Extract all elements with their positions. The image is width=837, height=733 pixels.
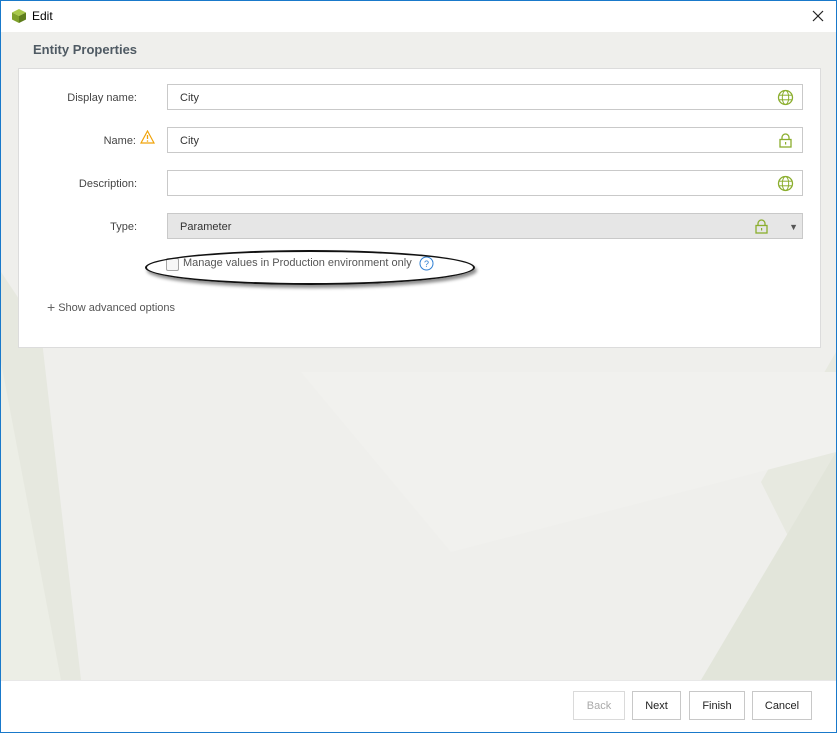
- back-button[interactable]: Back: [573, 691, 625, 720]
- display-name-label: Display name:: [67, 92, 137, 104]
- lock-icon: [753, 218, 770, 235]
- globe-icon[interactable]: [777, 89, 794, 106]
- next-button[interactable]: Next: [632, 691, 681, 720]
- type-value: Parameter: [180, 221, 232, 233]
- show-advanced-options-link[interactable]: + Show advanced options: [47, 298, 175, 315]
- name-label: Name:: [103, 135, 136, 147]
- manage-values-checkbox[interactable]: [166, 258, 179, 271]
- help-icon[interactable]: ?: [419, 256, 434, 271]
- cube-icon: [11, 8, 27, 24]
- show-advanced-options-label: Show advanced options: [58, 302, 175, 314]
- description-field[interactable]: [167, 170, 803, 196]
- title-bar: Edit: [1, 1, 836, 32]
- type-label: Type:: [110, 221, 137, 233]
- lock-icon[interactable]: [777, 132, 794, 149]
- close-icon: [812, 10, 824, 22]
- globe-icon[interactable]: [777, 175, 794, 192]
- display-name-field[interactable]: City: [167, 84, 803, 110]
- cancel-button[interactable]: Cancel: [752, 691, 812, 720]
- properties-panel: Display name: City Name: City Descriptio…: [18, 68, 821, 348]
- content-area: Entity Properties Display name: City Nam…: [1, 32, 836, 680]
- window-title: Edit: [32, 9, 53, 23]
- manage-values-label[interactable]: Manage values in Production environment …: [183, 257, 412, 269]
- edit-dialog: Edit Entity Properties Display name: Cit…: [0, 0, 837, 733]
- description-label: Description:: [78, 178, 137, 190]
- dialog-footer: Back Next Finish Cancel: [1, 680, 836, 732]
- finish-button[interactable]: Finish: [689, 691, 745, 720]
- chevron-down-icon[interactable]: ▼: [789, 222, 798, 232]
- svg-text:?: ?: [424, 259, 429, 269]
- name-field[interactable]: City: [167, 127, 803, 153]
- plus-icon: +: [47, 299, 56, 315]
- type-select[interactable]: Parameter ▼: [167, 213, 803, 239]
- warning-icon: [139, 129, 156, 144]
- display-name-value: City: [180, 92, 199, 104]
- name-value: City: [180, 135, 199, 147]
- section-title: Entity Properties: [33, 42, 138, 57]
- close-button[interactable]: [808, 6, 828, 26]
